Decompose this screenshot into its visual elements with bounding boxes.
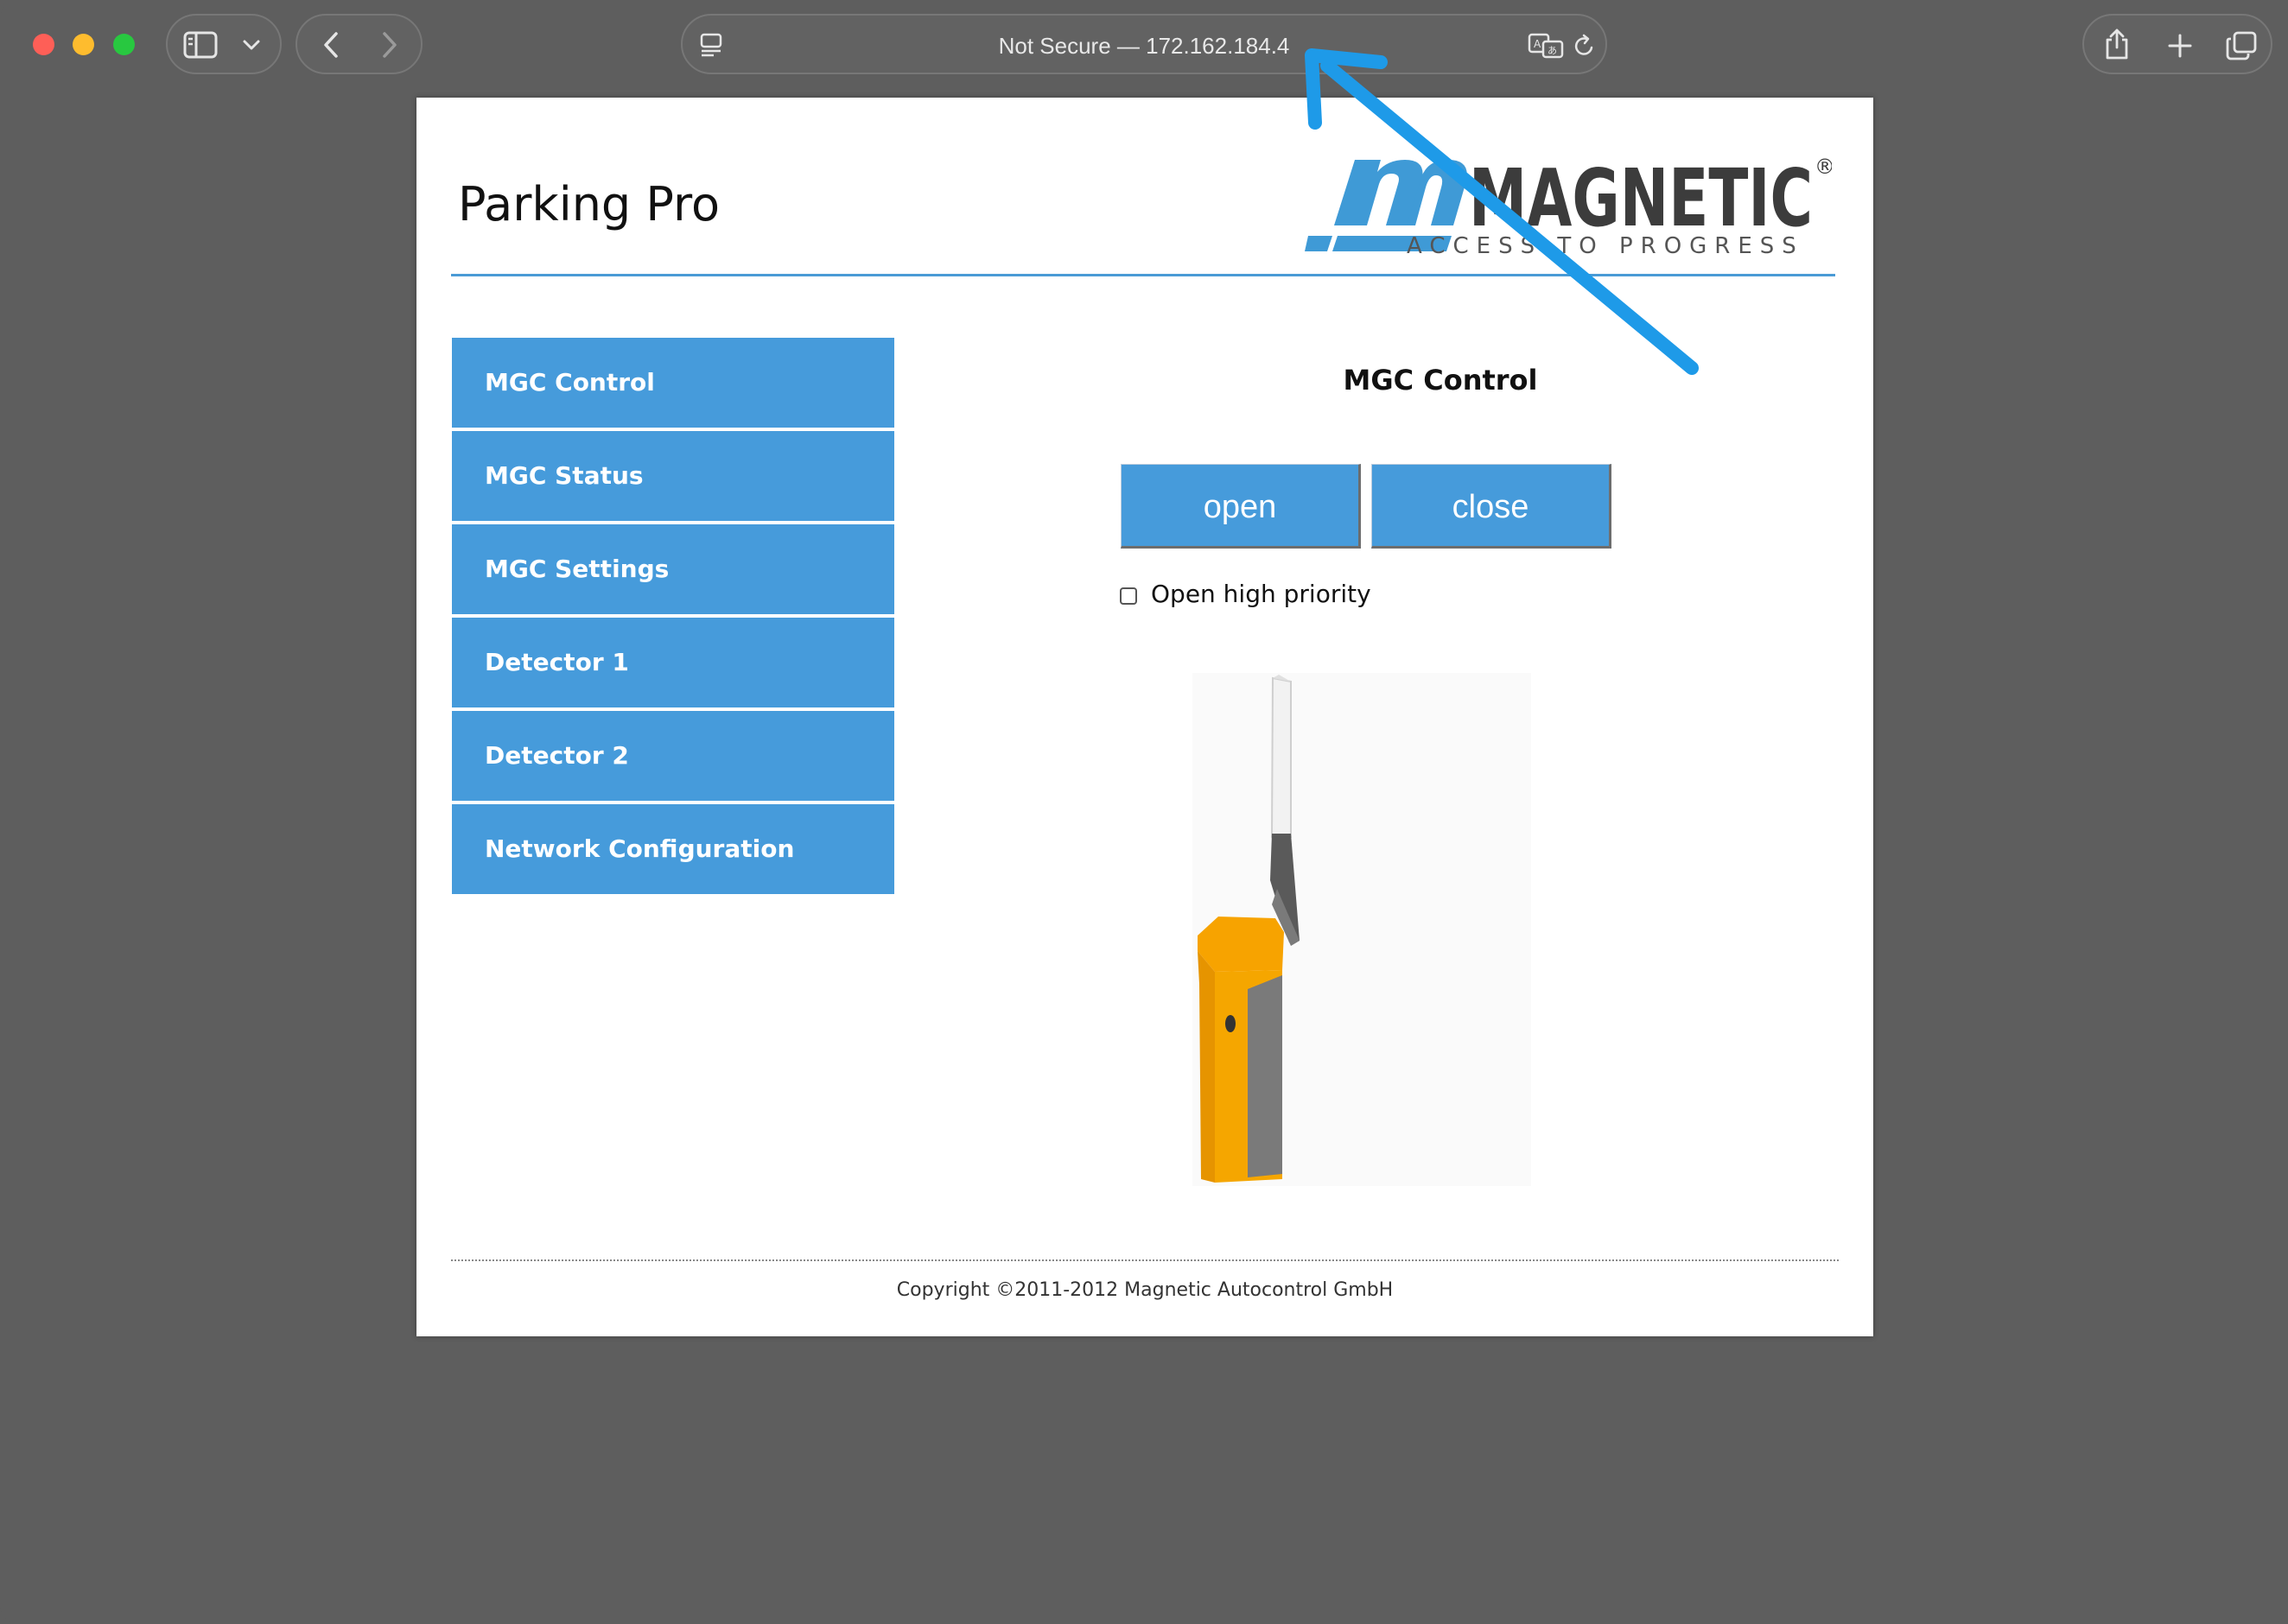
annotation-arrow-icon [1305, 48, 1699, 375]
open-high-priority-checkbox[interactable] [1120, 587, 1137, 605]
navigation-group [296, 14, 423, 74]
side-menu: MGC Control MGC Status MGC Settings Dete… [452, 338, 894, 898]
minimize-window-button[interactable] [73, 34, 94, 55]
menu-item-mgc-status[interactable]: MGC Status [452, 431, 894, 521]
menu-item-mgc-control[interactable]: MGC Control [452, 338, 894, 428]
chevron-down-icon[interactable] [242, 38, 261, 52]
open-high-priority-label: Open high priority [1151, 580, 1371, 608]
barrier-gate-image [1192, 673, 1531, 1186]
back-icon[interactable] [321, 31, 340, 59]
open-button[interactable]: open [1121, 464, 1361, 549]
copyright-text: Copyright ©2011-2012 Magnetic Autocontro… [896, 1279, 1394, 1301]
menu-item-detector-2[interactable]: Detector 2 [452, 711, 894, 801]
menu-item-detector-1[interactable]: Detector 1 [452, 618, 894, 707]
forward-icon[interactable] [380, 31, 399, 59]
zoom-window-button[interactable] [113, 34, 135, 55]
browser-window: Not Secure — 172.162.184.4 A あ Parking P… [0, 0, 2288, 1624]
new-tab-icon[interactable] [2167, 33, 2193, 59]
page-title: Parking Pro [458, 177, 721, 232]
sidebar-icon[interactable] [183, 31, 218, 59]
sidebar-toggle-group [166, 14, 282, 74]
tab-overview-icon[interactable] [2226, 31, 2257, 60]
share-icon[interactable] [2103, 28, 2131, 60]
close-window-button[interactable] [33, 34, 54, 55]
footer-divider [451, 1259, 1839, 1261]
logo-registered-mark: ® [1815, 155, 1832, 179]
menu-item-network-configuration[interactable]: Network Configuration [452, 804, 894, 894]
toolbar-actions [2082, 14, 2272, 74]
close-button[interactable]: close [1371, 464, 1611, 549]
menu-item-mgc-settings[interactable]: MGC Settings [452, 524, 894, 614]
